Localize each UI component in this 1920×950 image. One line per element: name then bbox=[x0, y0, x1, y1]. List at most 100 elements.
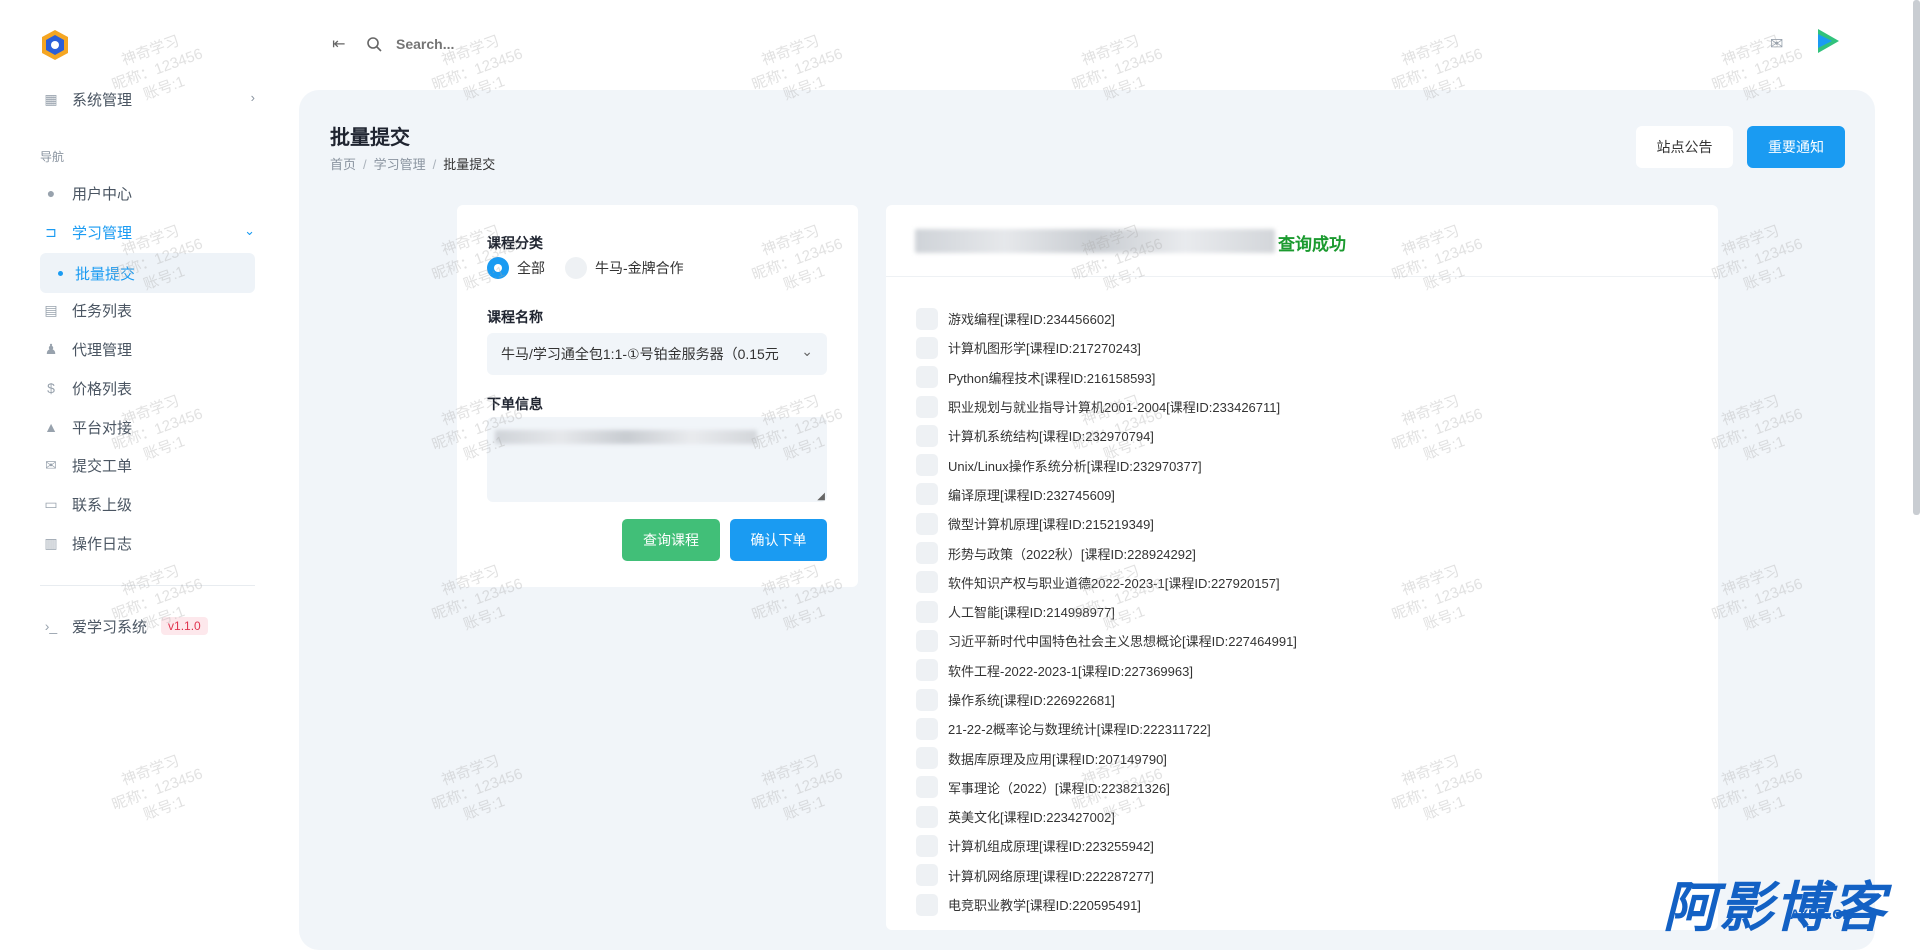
course-label: Python编程技术[课程ID:216158593] bbox=[948, 370, 1156, 386]
course-list-item[interactable]: 软件知识产权与职业道德2022-2023-1[课程ID:227920157] bbox=[916, 568, 1696, 597]
course-list-item[interactable]: 英美文化[课程ID:223427002] bbox=[916, 802, 1696, 831]
sidebar-item-label: 价格列表 bbox=[72, 380, 133, 398]
site-notice-button[interactable]: 站点公告 bbox=[1636, 126, 1733, 168]
course-list-item[interactable]: 数据库原理及应用[课程ID:207149790] bbox=[916, 743, 1696, 772]
sidebar-item-platform[interactable]: ▲ 平台对接 bbox=[40, 408, 255, 446]
course-checkbox[interactable] bbox=[916, 805, 938, 828]
course-checkbox[interactable] bbox=[916, 717, 938, 740]
sidebar-item-ticket[interactable]: ✉ 提交工单 bbox=[40, 446, 255, 484]
collapse-sidebar-icon[interactable]: ⇤ bbox=[332, 34, 345, 54]
course-checkbox[interactable] bbox=[916, 600, 938, 623]
course-list-item[interactable]: 微型计算机原理[课程ID:215219349] bbox=[916, 509, 1696, 538]
chevron-down-icon: ⌄ bbox=[801, 343, 813, 359]
course-list-item[interactable]: 游戏编程[课程ID:234456602] bbox=[916, 304, 1696, 333]
sidebar-divider bbox=[40, 585, 255, 586]
mail-icon[interactable]: ✉ bbox=[1770, 34, 1783, 54]
course-list-item[interactable]: 21-22-2概率论与数理统计[课程ID:222311722] bbox=[916, 714, 1696, 743]
course-list-item[interactable]: 军事理论（2022）[课程ID:223821326] bbox=[916, 773, 1696, 802]
course-list-item[interactable]: 软件工程-2022-2023-1[课程ID:227369963] bbox=[916, 656, 1696, 685]
topbar: ⇤ ✉ bbox=[270, 0, 1920, 90]
course-checkbox[interactable] bbox=[916, 629, 938, 652]
course-list-item[interactable]: 电竞职业教学[课程ID:220595491] bbox=[916, 890, 1696, 919]
course-list-item[interactable]: Python编程技术[课程ID:216158593] bbox=[916, 363, 1696, 392]
course-label: Unix/Linux操作系统分析[课程ID:232970377] bbox=[948, 458, 1202, 474]
sidebar-item-tasks[interactable]: ▤ 任务列表 bbox=[40, 291, 255, 329]
course-checkbox[interactable] bbox=[916, 366, 938, 389]
course-checkbox[interactable] bbox=[916, 659, 938, 682]
terminal-icon: ›_ bbox=[44, 618, 58, 634]
course-label: 游戏编程[课程ID:234456602] bbox=[948, 312, 1115, 328]
important-notice-button[interactable]: 重要通知 bbox=[1747, 126, 1845, 168]
course-list-item[interactable]: 习近平新时代中国特色社会主义思想概论[课程ID:227464991] bbox=[916, 626, 1696, 655]
breadcrumb-separator: / bbox=[363, 157, 367, 172]
breadcrumb-home[interactable]: 首页 bbox=[330, 157, 356, 172]
course-select-value: 牛马/学习通全包1:1-①号铂金服务器（0.15元 bbox=[501, 346, 779, 362]
course-checkbox[interactable] bbox=[916, 688, 938, 711]
brand-domain: AYBK.CN bbox=[1790, 906, 1853, 922]
course-label: 计算机图形学[课程ID:217270243] bbox=[948, 341, 1141, 357]
course-checkbox[interactable] bbox=[916, 542, 938, 565]
search-icon bbox=[367, 37, 382, 52]
course-checkbox[interactable] bbox=[916, 483, 938, 506]
sidebar-system-info: ›_ 爱学习系统 v1.1.0 bbox=[40, 607, 255, 645]
course-list-item[interactable]: 计算机网络原理[课程ID:222287277] bbox=[916, 861, 1696, 890]
course-label: 计算机组成原理[课程ID:223255942] bbox=[948, 839, 1154, 855]
sidebar-item-label: 操作日志 bbox=[72, 535, 133, 553]
course-checkbox[interactable] bbox=[916, 395, 938, 418]
course-label: 微型计算机原理[课程ID:215219349] bbox=[948, 517, 1154, 533]
sidebar-item-user-center[interactable]: ● 用户中心 bbox=[40, 174, 255, 212]
resize-handle-icon[interactable]: ◢ bbox=[817, 491, 825, 502]
page-scrollbar[interactable] bbox=[1913, 0, 1920, 515]
video-app-icon[interactable] bbox=[1812, 26, 1842, 56]
course-checkbox[interactable] bbox=[916, 834, 938, 857]
course-checkbox[interactable] bbox=[916, 512, 938, 535]
sidebar-item-agent[interactable]: ♟ 代理管理 bbox=[40, 330, 255, 368]
radio-partner[interactable] bbox=[565, 257, 587, 279]
sidebar-item-system[interactable]: ▦ 系统管理 › bbox=[40, 80, 255, 118]
radio-all[interactable] bbox=[487, 257, 509, 279]
course-list-item[interactable]: 编译原理[课程ID:232745609] bbox=[916, 480, 1696, 509]
chevron-down-icon: ⌄ bbox=[244, 223, 255, 238]
course-checkbox[interactable] bbox=[916, 864, 938, 887]
course-list-item[interactable]: 计算机系统结构[课程ID:232970794] bbox=[916, 421, 1696, 450]
course-checkbox[interactable] bbox=[916, 776, 938, 799]
course-list-item[interactable]: 人工智能[课程ID:214998977] bbox=[916, 597, 1696, 626]
radio-all-label: 全部 bbox=[517, 260, 545, 276]
order-info-textarea[interactable]: ◢ bbox=[487, 417, 827, 502]
course-checkbox[interactable] bbox=[916, 893, 938, 916]
sidebar-item-prices[interactable]: $ 价格列表 bbox=[40, 369, 255, 407]
course-list-item[interactable]: 操作系统[课程ID:226922681] bbox=[916, 685, 1696, 714]
course-list-item[interactable]: 形势与政策（2022秋）[课程ID:228924292] bbox=[916, 538, 1696, 567]
course-checkbox[interactable] bbox=[916, 307, 938, 330]
nav-caption: 导航 bbox=[40, 150, 65, 164]
course-checkbox[interactable] bbox=[916, 336, 938, 359]
course-checkbox[interactable] bbox=[916, 424, 938, 447]
course-checkbox[interactable] bbox=[916, 571, 938, 594]
confirm-order-button[interactable]: 确认下单 bbox=[730, 519, 827, 561]
sidebar-item-study[interactable]: ⊐ 学习管理 ⌄ bbox=[40, 213, 255, 251]
course-checkbox[interactable] bbox=[916, 454, 938, 477]
course-label: 软件知识产权与职业道德2022-2023-1[课程ID:227920157] bbox=[948, 575, 1280, 591]
category-radio-group: 全部 牛马-金牌合作 bbox=[487, 257, 684, 279]
system-name: 爱学习系统 bbox=[72, 618, 148, 636]
sidebar-item-label: 用户中心 bbox=[72, 185, 133, 203]
sidebar-subitem-batch[interactable]: 批量提交 bbox=[40, 253, 255, 293]
course-list-item[interactable]: 计算机组成原理[课程ID:223255942] bbox=[916, 831, 1696, 860]
sidebar-item-logs[interactable]: ▥ 操作日志 bbox=[40, 524, 255, 562]
category-label: 课程分类 bbox=[487, 235, 543, 251]
course-list-item[interactable]: 职业规划与就业指导计算机2001-2004[课程ID:233426711] bbox=[916, 392, 1696, 421]
sidebar-item-label: 任务列表 bbox=[72, 302, 133, 320]
course-select[interactable]: 牛马/学习通全包1:1-①号铂金服务器（0.15元 ⌄ bbox=[487, 333, 827, 375]
cart-icon: ⊐ bbox=[45, 223, 57, 240]
query-course-button[interactable]: 查询课程 bbox=[622, 519, 720, 561]
course-checkbox[interactable] bbox=[916, 747, 938, 770]
course-list-item[interactable]: 计算机图形学[课程ID:217270243] bbox=[916, 333, 1696, 362]
sidebar-item-contact[interactable]: ▭ 联系上级 bbox=[40, 485, 255, 523]
course-label: 操作系统[课程ID:226922681] bbox=[948, 693, 1115, 708]
log-icon: ▥ bbox=[44, 534, 58, 551]
search-input[interactable] bbox=[396, 33, 596, 55]
breadcrumb-study[interactable]: 学习管理 bbox=[374, 157, 426, 172]
course-list-item[interactable]: Unix/Linux操作系统分析[课程ID:232970377] bbox=[916, 450, 1696, 479]
sidebar: ▦ 系统管理 › 导航 ● 用户中心 ⊐ 学习管理 ⌄ 批量提交 ▤ 任务列表 … bbox=[0, 0, 270, 930]
app-logo[interactable] bbox=[38, 28, 72, 62]
